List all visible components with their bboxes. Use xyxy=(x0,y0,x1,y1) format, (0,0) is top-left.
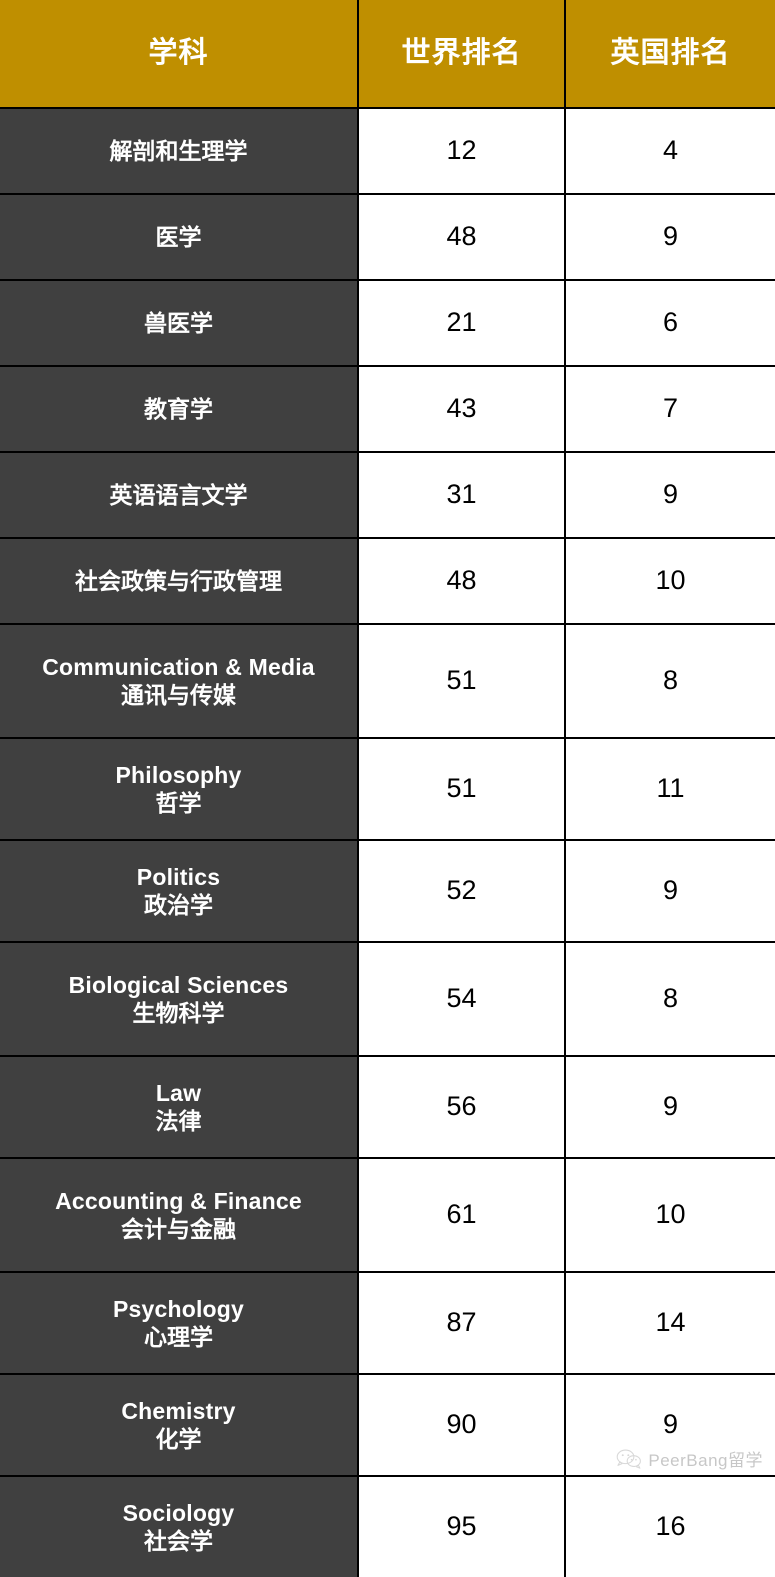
subject-name-en: Communication & Media xyxy=(42,653,315,680)
uk-rank-cell: 4 xyxy=(564,107,775,195)
subject-cell: Politics 政治学 xyxy=(0,839,359,943)
subject-cell: Philosophy 哲学 xyxy=(0,737,359,841)
subject-name-zh: 生物科学 xyxy=(132,1000,225,1026)
subject-name-en: Sociology xyxy=(122,1499,235,1526)
uk-rank-cell: 10 xyxy=(564,537,775,625)
uk-rank-cell: 9 xyxy=(564,839,775,943)
world-rank-cell: 12 xyxy=(357,107,566,195)
uk-rank-cell: 9 xyxy=(564,1055,775,1159)
subject-name-zh: 哲学 xyxy=(155,790,202,816)
uk-rank-cell: 11 xyxy=(564,737,775,841)
table-row: 英语语言文学 31 9 xyxy=(0,451,775,539)
uk-rank-cell: 6 xyxy=(564,279,775,367)
table-row: Communication & Media 通讯与传媒 51 8 xyxy=(0,623,775,739)
table-row: Politics 政治学 52 9 xyxy=(0,839,775,943)
world-rank-cell: 51 xyxy=(357,623,566,739)
table-header: 学科 世界排名 英国排名 xyxy=(0,0,775,109)
subject-name-zh: 政治学 xyxy=(144,892,213,918)
subject-name-zh: 心理学 xyxy=(144,1324,213,1350)
world-rank-cell: 31 xyxy=(357,451,566,539)
subject-name-en: Chemistry xyxy=(121,1397,236,1424)
table-row: 医学 48 9 xyxy=(0,193,775,281)
subject-name-zh: 社会学 xyxy=(144,1528,213,1554)
subject-name-zh: 英语语言文学 xyxy=(109,481,248,508)
table-row: Psychology 心理学 87 14 xyxy=(0,1271,775,1375)
subject-cell: Sociology 社会学 xyxy=(0,1475,359,1577)
subject-name-zh: 法律 xyxy=(155,1108,202,1134)
world-rank-cell: 90 xyxy=(357,1373,566,1477)
table-row: Philosophy 哲学 51 11 xyxy=(0,737,775,841)
subject-cell: 社会政策与行政管理 xyxy=(0,537,359,625)
subject-name-en: Philosophy xyxy=(115,761,242,788)
subject-ranking-table: 学科 世界排名 英国排名 解剖和生理学 12 4 医学 48 9 兽医学 21 6 教育学 43 7 英… xyxy=(0,0,775,1577)
table-row: 教育学 43 7 xyxy=(0,365,775,453)
world-rank-cell: 51 xyxy=(357,737,566,841)
uk-rank-cell: 14 xyxy=(564,1271,775,1375)
uk-rank-cell: 16 xyxy=(564,1475,775,1577)
table-row: Chemistry 化学 90 9 xyxy=(0,1373,775,1477)
subject-name-en: Biological Sciences xyxy=(68,971,289,998)
world-rank-cell: 54 xyxy=(357,941,566,1057)
table-row: 兽医学 21 6 xyxy=(0,279,775,367)
subject-cell: Biological Sciences 生物科学 xyxy=(0,941,359,1057)
table-row: Accounting & Finance 会计与金融 61 10 xyxy=(0,1157,775,1273)
table-row: Biological Sciences 生物科学 54 8 xyxy=(0,941,775,1057)
subject-name-zh: 教育学 xyxy=(144,395,213,422)
subject-cell: 教育学 xyxy=(0,365,359,453)
subject-name-en: Psychology xyxy=(112,1295,245,1322)
table-row: Law 法律 56 9 xyxy=(0,1055,775,1159)
subject-name-zh: 医学 xyxy=(155,223,202,250)
subject-name-zh: 解剖和生理学 xyxy=(109,137,248,164)
table-body: 解剖和生理学 12 4 医学 48 9 兽医学 21 6 教育学 43 7 英语语言文学 31 9 社会政策与… xyxy=(0,107,775,1577)
subject-cell: 解剖和生理学 xyxy=(0,107,359,195)
subject-cell: 医学 xyxy=(0,193,359,281)
column-header-uk-rank: 英国排名 xyxy=(564,0,775,109)
subject-name-en: Politics xyxy=(136,863,221,890)
subject-cell: Communication & Media 通讯与传媒 xyxy=(0,623,359,739)
subject-name-zh: 会计与金融 xyxy=(121,1216,236,1242)
world-rank-cell: 61 xyxy=(357,1157,566,1273)
world-rank-cell: 52 xyxy=(357,839,566,943)
subject-cell: Psychology 心理学 xyxy=(0,1271,359,1375)
world-rank-cell: 48 xyxy=(357,193,566,281)
table-row: 社会政策与行政管理 48 10 xyxy=(0,537,775,625)
subject-cell: Accounting & Finance 会计与金融 xyxy=(0,1157,359,1273)
uk-rank-cell: 8 xyxy=(564,941,775,1057)
uk-rank-cell: 8 xyxy=(564,623,775,739)
column-header-world-rank: 世界排名 xyxy=(357,0,566,109)
uk-rank-cell: 10 xyxy=(564,1157,775,1273)
uk-rank-cell: 9 xyxy=(564,193,775,281)
column-header-subject: 学科 xyxy=(0,0,359,109)
world-rank-cell: 21 xyxy=(357,279,566,367)
table-row: 解剖和生理学 12 4 xyxy=(0,107,775,195)
world-rank-cell: 56 xyxy=(357,1055,566,1159)
subject-name-zh: 社会政策与行政管理 xyxy=(75,567,282,594)
header-row: 学科 世界排名 英国排名 xyxy=(0,0,775,109)
subject-name-zh: 兽医学 xyxy=(144,309,213,336)
table-row: Sociology 社会学 95 16 xyxy=(0,1475,775,1577)
subject-cell: 兽医学 xyxy=(0,279,359,367)
subject-name-zh: 化学 xyxy=(155,1426,202,1452)
subject-cell: 英语语言文学 xyxy=(0,451,359,539)
world-rank-cell: 95 xyxy=(357,1475,566,1577)
subject-name-en: Law xyxy=(155,1079,202,1106)
world-rank-cell: 87 xyxy=(357,1271,566,1375)
uk-rank-cell: 9 xyxy=(564,451,775,539)
world-rank-cell: 48 xyxy=(357,537,566,625)
subject-name-en: Accounting & Finance xyxy=(55,1187,302,1214)
world-rank-cell: 43 xyxy=(357,365,566,453)
subject-cell: Law 法律 xyxy=(0,1055,359,1159)
subject-name-zh: 通讯与传媒 xyxy=(121,682,236,708)
uk-rank-cell: 7 xyxy=(564,365,775,453)
uk-rank-cell: 9 xyxy=(564,1373,775,1477)
subject-cell: Chemistry 化学 xyxy=(0,1373,359,1477)
